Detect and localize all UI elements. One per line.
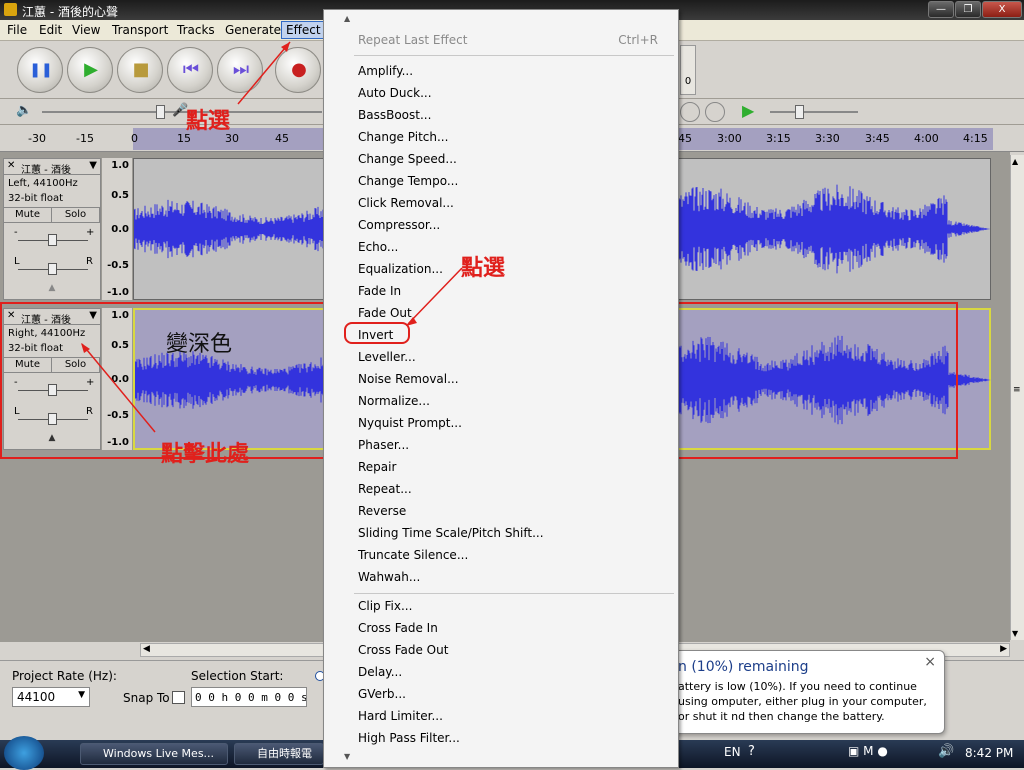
- annotation-click-effect: 點選: [186, 109, 231, 134]
- annotation-darken: 變深色: [166, 332, 233, 357]
- annotation-click-invert: 點選: [461, 256, 506, 281]
- annotation-arrows: [81, 41, 463, 433]
- arrow-to-invert: [407, 267, 463, 325]
- arrowhead: [406, 317, 417, 326]
- arrow-to-effect-menu: [237, 41, 291, 105]
- annotation-click-here: 點擊此處: [161, 442, 250, 467]
- arrow-to-track-panel: [81, 343, 156, 433]
